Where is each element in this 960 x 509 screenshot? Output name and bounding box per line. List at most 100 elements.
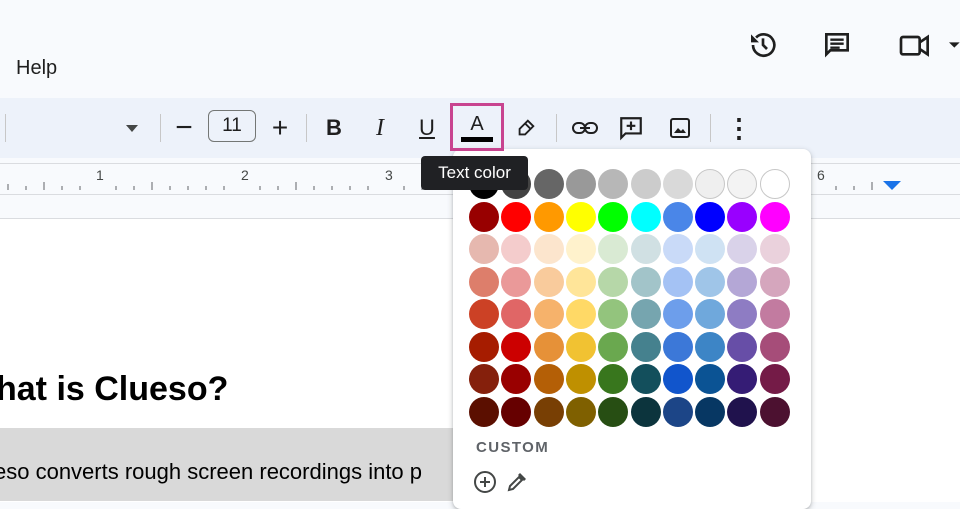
color-swatch[interactable]: [662, 266, 693, 297]
color-swatch[interactable]: [727, 299, 758, 329]
color-swatch[interactable]: [533, 364, 564, 394]
document-paragraph[interactable]: eso converts rough screen recordings int…: [0, 459, 422, 485]
color-swatch[interactable]: [501, 234, 532, 264]
color-swatch[interactable]: [759, 266, 790, 297]
color-swatch[interactable]: [469, 396, 499, 427]
color-swatch[interactable]: [759, 331, 790, 362]
eyedropper-icon[interactable]: [504, 469, 530, 495]
font-size-input[interactable]: 11: [208, 110, 256, 142]
color-swatch[interactable]: [727, 169, 758, 199]
increase-font-size-button[interactable]: +: [266, 112, 294, 144]
text-color-button-highlight: [450, 103, 504, 151]
color-swatch[interactable]: [662, 299, 693, 329]
color-swatch[interactable]: [565, 396, 596, 427]
color-swatch[interactable]: [662, 234, 693, 264]
color-swatch[interactable]: [598, 169, 629, 199]
color-swatch[interactable]: [727, 201, 758, 232]
color-swatch[interactable]: [565, 331, 596, 362]
color-swatch[interactable]: [630, 234, 661, 264]
bold-button[interactable]: B: [320, 112, 348, 144]
color-swatch[interactable]: [565, 234, 596, 264]
color-swatch[interactable]: [598, 266, 629, 297]
color-swatch[interactable]: [598, 201, 629, 232]
color-swatch[interactable]: [565, 299, 596, 329]
color-swatch[interactable]: [630, 299, 661, 329]
color-swatch[interactable]: [630, 169, 661, 199]
add-custom-color-icon[interactable]: [472, 469, 498, 495]
color-swatch[interactable]: [695, 396, 726, 427]
insert-image-icon[interactable]: [666, 112, 694, 144]
color-swatch[interactable]: [533, 169, 564, 199]
color-swatch[interactable]: [695, 201, 726, 232]
color-swatch[interactable]: [469, 299, 499, 329]
color-swatch[interactable]: [565, 266, 596, 297]
color-swatch[interactable]: [695, 299, 726, 329]
document-heading[interactable]: hat is Clueso?: [0, 370, 228, 409]
color-swatch[interactable]: [469, 266, 499, 297]
color-swatch[interactable]: [469, 364, 499, 394]
color-swatch[interactable]: [533, 266, 564, 297]
insert-link-icon[interactable]: [570, 112, 600, 144]
color-swatch[interactable]: [630, 364, 661, 394]
color-swatch[interactable]: [501, 299, 532, 329]
color-swatch[interactable]: [759, 169, 790, 199]
color-swatch[interactable]: [565, 364, 596, 394]
color-swatch[interactable]: [727, 396, 758, 427]
underline-button[interactable]: U: [413, 112, 441, 144]
color-swatch[interactable]: [501, 201, 532, 232]
color-swatch[interactable]: [598, 364, 629, 394]
color-swatch[interactable]: [533, 234, 564, 264]
color-swatch[interactable]: [759, 364, 790, 394]
font-family-dropdown-chevron-icon[interactable]: [122, 112, 142, 144]
color-swatch[interactable]: [630, 201, 661, 232]
version-history-icon[interactable]: [746, 28, 780, 62]
color-swatch[interactable]: [598, 331, 629, 362]
color-swatch[interactable]: [501, 331, 532, 362]
color-swatch[interactable]: [469, 234, 499, 264]
color-swatch[interactable]: [533, 299, 564, 329]
italic-button[interactable]: I: [366, 112, 394, 144]
color-swatch[interactable]: [662, 201, 693, 232]
color-swatch[interactable]: [630, 396, 661, 427]
color-swatch[interactable]: [662, 364, 693, 394]
color-swatch[interactable]: [759, 396, 790, 427]
color-swatch[interactable]: [630, 331, 661, 362]
color-swatch[interactable]: [695, 266, 726, 297]
color-swatch[interactable]: [469, 331, 499, 362]
comments-icon[interactable]: [820, 28, 854, 62]
color-swatch[interactable]: [501, 364, 532, 394]
color-swatch[interactable]: [695, 364, 726, 394]
color-swatch[interactable]: [695, 234, 726, 264]
color-swatch[interactable]: [727, 364, 758, 394]
color-swatch[interactable]: [501, 266, 532, 297]
color-swatch[interactable]: [565, 169, 596, 199]
color-swatch[interactable]: [565, 201, 596, 232]
color-swatch[interactable]: [662, 396, 693, 427]
color-swatch[interactable]: [533, 331, 564, 362]
highlight-color-icon[interactable]: [512, 112, 540, 144]
color-swatch[interactable]: [727, 331, 758, 362]
color-swatch[interactable]: [469, 201, 499, 232]
color-swatch[interactable]: [662, 331, 693, 362]
color-swatch[interactable]: [727, 234, 758, 264]
color-swatch[interactable]: [759, 234, 790, 264]
color-swatch[interactable]: [501, 396, 532, 427]
color-swatch[interactable]: [727, 266, 758, 297]
color-swatch[interactable]: [695, 169, 726, 199]
decrease-font-size-button[interactable]: −: [170, 111, 198, 144]
color-swatch[interactable]: [598, 299, 629, 329]
color-swatch[interactable]: [630, 266, 661, 297]
color-swatch[interactable]: [598, 234, 629, 264]
color-swatch[interactable]: [662, 169, 693, 199]
menu-help[interactable]: Help: [16, 57, 57, 80]
color-swatch[interactable]: [759, 201, 790, 232]
ruler-label: 6: [817, 167, 825, 183]
meet-video-icon[interactable]: [898, 28, 960, 62]
color-swatch[interactable]: [759, 299, 790, 329]
color-swatch[interactable]: [598, 396, 629, 427]
color-swatch[interactable]: [533, 201, 564, 232]
color-swatch[interactable]: [695, 331, 726, 362]
add-comment-icon[interactable]: [617, 112, 645, 144]
more-options-icon[interactable]: ⋮: [725, 112, 753, 144]
color-swatch[interactable]: [533, 396, 564, 427]
